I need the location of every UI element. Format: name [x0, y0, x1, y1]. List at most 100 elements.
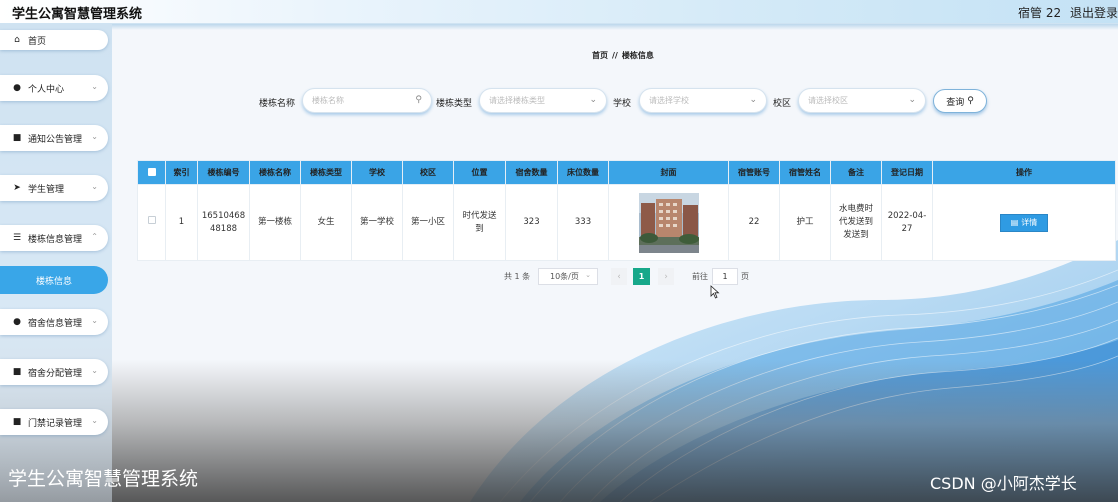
column-header: 封面	[608, 160, 729, 185]
app-title: 学生公寓智慧管理系统	[12, 7, 143, 22]
building-name-input[interactable]: 楼栋名称 ⚲	[302, 88, 432, 113]
page-size-select[interactable]: 10条/页 ⌄	[538, 268, 598, 285]
sidebar-item-label: 通知公告管理	[28, 134, 83, 145]
sidebar-item-allocation[interactable]: ■ 宿舍分配管理 ⌄	[0, 359, 108, 385]
user-icon: ●	[13, 83, 21, 93]
sliders-icon: ☰	[12, 233, 22, 243]
cell-school: 第一学校	[351, 184, 403, 261]
detail-button[interactable]: ▤ 详情	[1000, 213, 1048, 232]
sidebar-item-label: 个人中心	[28, 84, 65, 95]
breadcrumb: 首页 //楼栋信息	[592, 50, 654, 61]
select-all-checkbox[interactable]	[137, 160, 166, 185]
column-header: 床位数量	[557, 160, 609, 185]
cell-manager-account: 22	[728, 184, 780, 261]
sidebar-item-dorms[interactable]: ● 宿舍信息管理 ⌄	[0, 309, 108, 335]
breadcrumb-separator: //	[612, 51, 618, 60]
cell-dorm-count: 323	[505, 184, 558, 261]
query-button[interactable]: 查询 ⚲	[933, 89, 987, 113]
sidebar-subitem-label: 楼栋信息	[35, 276, 72, 287]
grid-icon: ■	[12, 417, 22, 427]
document-icon: ▤	[1010, 218, 1019, 227]
chevron-down-icon: ⌄	[585, 271, 591, 279]
campus-label: 校区	[773, 99, 792, 109]
watermark: CSDN @小阿杰学长	[930, 474, 1077, 493]
column-header: 学校	[351, 160, 403, 185]
grid-icon: ■	[12, 367, 22, 377]
sidebar-subitem-building-info[interactable]: 楼栋信息	[0, 266, 108, 294]
sidebar-item-label: 首页	[28, 36, 47, 47]
cell-remark: 水电费时代发送到发送到	[830, 184, 882, 261]
cover-image	[638, 192, 699, 253]
topbar-shadow	[0, 24, 1118, 30]
page-number-button[interactable]: 1	[633, 268, 650, 285]
cell-index: 1	[165, 184, 198, 261]
table-header-row: 索引 楼栋编号 楼栋名称 楼栋类型 学校 校区 位置 宿舍数量 床位数量 封面 …	[137, 160, 1116, 185]
next-page-button[interactable]: ›	[658, 268, 674, 285]
sidebar-item-buildings[interactable]: ☰ 楼栋信息管理 ⌃	[0, 225, 108, 251]
send-icon: ➤	[13, 183, 21, 193]
user-icon: ●	[13, 317, 21, 327]
column-header: 登记日期	[881, 160, 933, 185]
prev-page-button[interactable]: ‹	[611, 268, 627, 285]
column-header: 楼栋名称	[249, 160, 301, 185]
building-type-select[interactable]: 请选择楼栋类型 ⌄	[479, 88, 607, 113]
logout-link[interactable]: 退出登录	[1070, 4, 1118, 21]
column-header: 楼栋类型	[300, 160, 352, 185]
school-select[interactable]: 请选择学校 ⌄	[639, 88, 767, 113]
cell-building-name: 第一楼栋	[249, 184, 301, 261]
cell-location: 时代发送到	[453, 184, 506, 261]
breadcrumb-home[interactable]: 首页	[592, 51, 608, 60]
sidebar-item-label: 门禁记录管理	[28, 418, 83, 429]
chevron-down-icon: ⌄	[589, 95, 597, 105]
sidebar: ⌂ 首页 ● 个人中心 ⌄ ■ 通知公告管理 ⌄ ➤ 学生管理 ⌄ ☰ 楼栋信息…	[0, 24, 112, 502]
campus-select[interactable]: 请选择校区 ⌄	[798, 88, 926, 113]
table-row: 1 1651046848188 第一楼栋 女生 第一学校 第一小区 时代发送到 …	[137, 184, 1116, 261]
building-name-label: 楼栋名称	[259, 99, 296, 109]
sidebar-item-label: 宿舍信息管理	[28, 318, 83, 329]
sidebar-item-access[interactable]: ■ 门禁记录管理 ⌄	[0, 409, 108, 435]
column-header: 宿管账号	[728, 160, 780, 185]
chevron-down-icon: ⌄	[91, 132, 98, 141]
cell-building-type: 女生	[300, 184, 352, 261]
mouse-cursor-icon	[710, 285, 720, 299]
cell-campus: 第一小区	[402, 184, 454, 261]
user-role: 宿管 22	[1018, 6, 1062, 20]
goto-label: 前往	[692, 271, 708, 281]
chevron-down-icon: ⌄	[91, 316, 98, 325]
column-header: 操作	[932, 160, 1116, 185]
sidebar-item-profile[interactable]: ● 个人中心 ⌄	[0, 75, 108, 101]
column-header: 校区	[402, 160, 454, 185]
column-header: 宿舍数量	[505, 160, 558, 185]
column-header: 备注	[830, 160, 882, 185]
search-icon: ⚲	[415, 95, 422, 105]
building-type-label: 楼栋类型	[436, 99, 473, 109]
chevron-down-icon: ⌄	[908, 95, 916, 105]
chevron-down-icon: ⌄	[91, 82, 98, 91]
goto-page-input[interactable]: 1	[712, 268, 738, 285]
cell-manager-name: 护工	[779, 184, 831, 261]
page-unit-label: 页	[741, 271, 749, 281]
footer-title: 学生公寓智慧管理系统	[8, 468, 199, 490]
chevron-up-icon: ⌃	[91, 232, 98, 241]
sidebar-item-home[interactable]: ⌂ 首页	[0, 30, 108, 50]
row-checkbox[interactable]	[137, 184, 166, 261]
grid-icon: ■	[12, 133, 22, 143]
search-icon: ⚲	[967, 96, 974, 106]
home-icon: ⌂	[14, 35, 20, 45]
cell-register-date: 2022-04-27	[881, 184, 933, 261]
sidebar-item-students[interactable]: ➤ 学生管理 ⌄	[0, 175, 108, 201]
sidebar-item-label: 宿舍分配管理	[28, 368, 83, 379]
chevron-down-icon: ⌄	[91, 366, 98, 375]
sidebar-item-label: 楼栋信息管理	[28, 234, 83, 245]
cell-cover	[608, 184, 729, 261]
chevron-down-icon: ⌄	[91, 182, 98, 191]
sidebar-item-notice[interactable]: ■ 通知公告管理 ⌄	[0, 125, 108, 151]
sidebar-item-label: 学生管理	[28, 184, 65, 195]
column-header: 宿管姓名	[779, 160, 831, 185]
school-label: 学校	[613, 99, 632, 109]
cell-bed-count: 333	[557, 184, 609, 261]
top-bar: 学生公寓智慧管理系统 宿管 22 退出登录	[0, 0, 1118, 24]
column-header: 索引	[165, 160, 198, 185]
column-header: 楼栋编号	[197, 160, 250, 185]
cell-actions: ▤ 详情	[932, 184, 1116, 261]
